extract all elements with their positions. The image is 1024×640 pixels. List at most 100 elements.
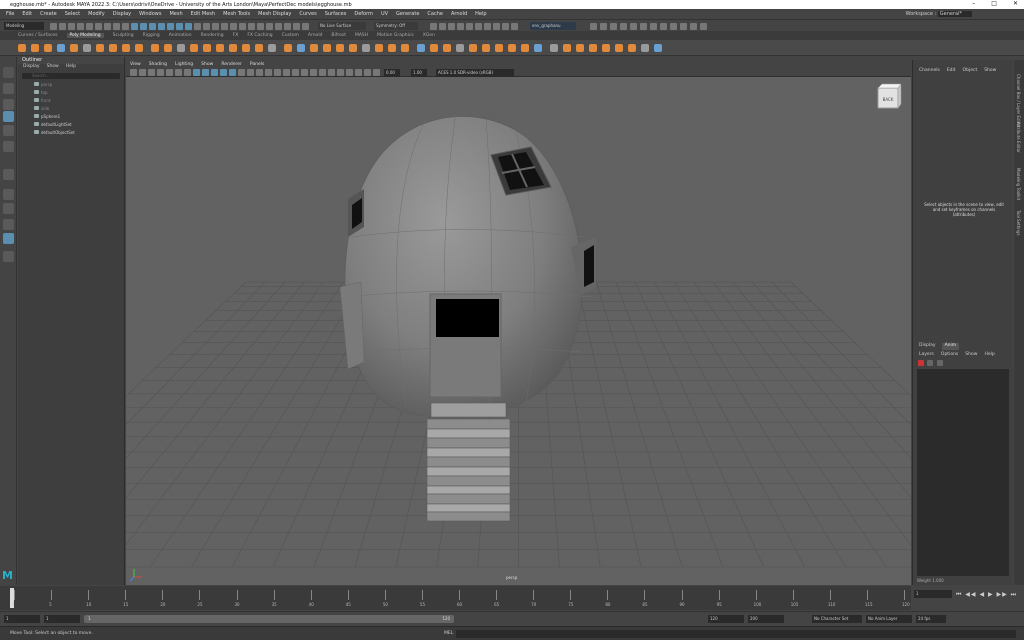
outliner-item[interactable]: persp <box>18 80 124 88</box>
shelf-tool-icon[interactable] <box>216 44 224 52</box>
status-tool-icon[interactable] <box>59 23 66 30</box>
symmetry-field[interactable]: Symmetry: Off <box>374 22 418 30</box>
status-tool-icon[interactable] <box>131 23 138 30</box>
layer-option2-icon[interactable] <box>937 360 943 366</box>
new-layer-icon[interactable] <box>918 360 924 366</box>
status-tool-icon[interactable] <box>230 23 237 30</box>
viewport-tool-icon[interactable] <box>283 69 290 76</box>
shelf-tool-icon[interactable] <box>31 44 39 52</box>
status-tool-icon[interactable] <box>50 23 57 30</box>
menu-windows[interactable]: Windows <box>139 11 161 17</box>
shelf-tool-icon[interactable] <box>310 44 318 52</box>
menu-arnold[interactable]: Arnold <box>451 11 467 17</box>
viewport-menu-panels[interactable]: Panels <box>250 62 264 67</box>
shelf-tool-icon[interactable] <box>336 44 344 52</box>
status-tool-icon[interactable] <box>203 23 210 30</box>
outliner-menu-display[interactable]: Display <box>23 64 40 72</box>
fps-dropdown[interactable]: 24 fps <box>916 615 946 623</box>
status-tool-icon[interactable] <box>690 23 697 30</box>
shelf-tool-icon[interactable] <box>164 44 172 52</box>
viewport-tool-icon[interactable] <box>364 69 371 76</box>
shelf-tool-icon[interactable] <box>349 44 357 52</box>
select-tool-icon[interactable] <box>3 67 14 78</box>
viewport-menu-show[interactable]: Show <box>201 62 213 67</box>
gamma-field[interactable]: 1.00 <box>411 69 427 77</box>
shelf-tab-arnold[interactable]: Arnold <box>308 33 323 38</box>
tab-display[interactable]: Display <box>919 343 936 350</box>
status-tool-icon[interactable] <box>680 23 687 30</box>
menu-help[interactable]: Help <box>475 11 486 17</box>
outliner-item[interactable]: front <box>18 96 124 104</box>
current-frame-field[interactable]: 1 <box>914 590 952 598</box>
layer-menu-show[interactable]: Show <box>965 352 977 358</box>
menu-modify[interactable]: Modify <box>88 11 105 17</box>
shelf-tab-rigging[interactable]: Rigging <box>143 33 160 38</box>
viewport-tool-icon[interactable] <box>184 69 191 76</box>
graph-field[interactable]: env_graphanu <box>530 22 576 30</box>
scene-canvas[interactable]: BACK <box>126 77 911 585</box>
search-icon[interactable] <box>3 251 14 262</box>
status-tool-icon[interactable] <box>122 23 129 30</box>
shelf-tool-icon[interactable] <box>18 44 26 52</box>
status-tool-icon[interactable] <box>95 23 102 30</box>
shelf-tool-icon[interactable] <box>534 44 542 52</box>
shelf-tool-icon[interactable] <box>417 44 425 52</box>
shelf-tool-icon[interactable] <box>83 44 91 52</box>
status-tool-icon[interactable] <box>284 23 291 30</box>
status-tool-icon[interactable] <box>620 23 627 30</box>
live-surface-field[interactable]: No Live Surface <box>318 22 366 30</box>
menu-cache[interactable]: Cache <box>427 11 443 17</box>
viewport-tool-icon[interactable] <box>202 69 209 76</box>
shelf-tool-icon[interactable] <box>109 44 117 52</box>
shelf-tool-icon[interactable] <box>284 44 292 52</box>
menuset-dropdown[interactable]: Modeling <box>4 22 44 30</box>
outliner-item[interactable]: defaultLightSet <box>18 120 124 128</box>
viewport-tool-icon[interactable] <box>229 69 236 76</box>
layer-menu-layers[interactable]: Layers <box>919 352 934 358</box>
shelf-tab-bifrost[interactable]: Bifrost <box>331 33 346 38</box>
workspace-selector[interactable]: Workspace : General* <box>906 11 972 17</box>
status-tool-icon[interactable] <box>448 23 455 30</box>
shelf-tool-icon[interactable] <box>57 44 65 52</box>
menu-mesh-tools[interactable]: Mesh Tools <box>223 11 250 17</box>
viewport-tool-icon[interactable] <box>292 69 299 76</box>
status-tool-icon[interactable] <box>104 23 111 30</box>
shelf-tool-icon[interactable] <box>44 44 52 52</box>
shelf-tool-icon[interactable] <box>323 44 331 52</box>
viewport-tool-icon[interactable] <box>319 69 326 76</box>
viewport-tool-icon[interactable] <box>265 69 272 76</box>
outliner-search-input[interactable]: Search... <box>22 73 120 79</box>
paint-select-icon[interactable] <box>3 99 14 110</box>
viewport-tool-icon[interactable] <box>256 69 263 76</box>
viewport-tool-icon[interactable] <box>175 69 182 76</box>
status-tool-icon[interactable] <box>167 23 174 30</box>
status-tool-icon[interactable] <box>502 23 509 30</box>
viewport-tool-icon[interactable] <box>337 69 344 76</box>
status-tool-icon[interactable] <box>670 23 677 30</box>
status-tool-icon[interactable] <box>113 23 120 30</box>
status-tool-icon[interactable] <box>610 23 617 30</box>
shelf-tool-icon[interactable] <box>177 44 185 52</box>
viewport-tool-icon[interactable] <box>328 69 335 76</box>
viewport-menu-renderer[interactable]: Renderer <box>221 62 242 67</box>
maximize-button[interactable]: □ <box>991 0 997 7</box>
viewport-tool-icon[interactable] <box>166 69 173 76</box>
soft-select-icon[interactable] <box>3 169 14 180</box>
viewport-3d[interactable]: BACK persp <box>126 77 911 585</box>
playback-start-field[interactable]: 1 <box>44 615 80 623</box>
minimize-button[interactable]: – <box>972 0 975 7</box>
status-tool-icon[interactable] <box>430 23 437 30</box>
layout-a-icon[interactable] <box>3 219 14 230</box>
single-view-icon[interactable] <box>3 189 14 200</box>
four-view-icon[interactable] <box>3 203 14 214</box>
status-tool-icon[interactable] <box>700 23 707 30</box>
status-tool-icon[interactable] <box>158 23 165 30</box>
viewport-tool-icon[interactable] <box>193 69 200 76</box>
scene-start-field[interactable]: 1 <box>4 615 40 623</box>
channel-menu-channels[interactable]: Channels <box>919 68 940 73</box>
shelf-tool-icon[interactable] <box>297 44 305 52</box>
character-set-dropdown[interactable]: No Character Set <box>812 615 862 623</box>
menu-display[interactable]: Display <box>113 11 131 17</box>
status-tool-icon[interactable] <box>475 23 482 30</box>
shelf-tab-sculpting[interactable]: Sculpting <box>113 33 134 38</box>
